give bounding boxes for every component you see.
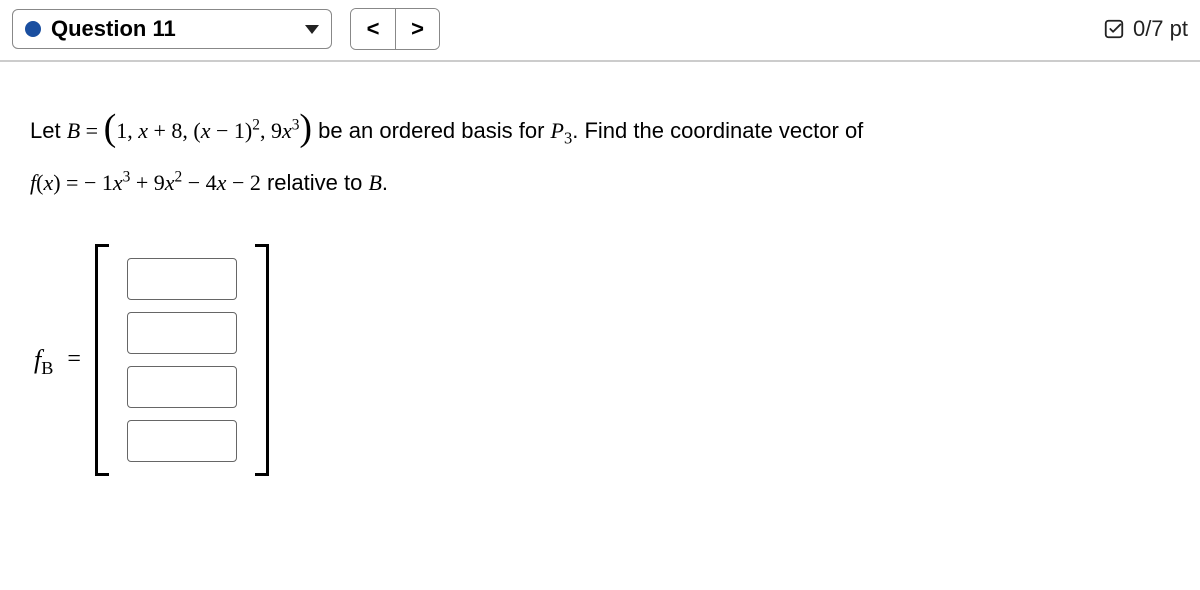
coef: − 4 — [182, 170, 216, 195]
text: . — [382, 170, 388, 195]
var-B: B — [368, 170, 381, 195]
bracket-right-icon — [255, 244, 269, 476]
var-x: x — [217, 170, 227, 195]
answer-area: fB = — [34, 244, 1176, 476]
vector-cells — [109, 244, 255, 476]
paren-open: ( — [104, 107, 117, 149]
score-text: 0/7 pt — [1133, 16, 1188, 42]
paren-close: ) — [299, 107, 312, 149]
basis-2rest: + 8, ( — [148, 118, 201, 143]
vector-entry-4[interactable] — [127, 420, 237, 462]
equals: = — [67, 337, 81, 383]
nav-button-group: < > — [350, 8, 440, 50]
coef: + 9 — [130, 170, 164, 195]
vector-entry-1[interactable] — [127, 258, 237, 300]
chevron-down-icon — [305, 25, 319, 34]
sub-3: 3 — [564, 128, 572, 147]
var-x: x — [113, 170, 123, 195]
vector-entry-3[interactable] — [127, 366, 237, 408]
status-dot-icon — [25, 21, 41, 37]
basis-sep: , 9 — [260, 118, 282, 143]
checkbox-icon — [1103, 18, 1125, 40]
question-selector[interactable]: Question 11 — [12, 9, 332, 49]
answer-label: fB — [34, 335, 53, 386]
text: Let — [30, 118, 67, 143]
var-x: x — [165, 170, 175, 195]
sub-B: B — [41, 358, 53, 378]
question-label: Question 11 — [51, 16, 176, 42]
var-B: B — [67, 118, 80, 143]
var-P: P — [551, 118, 564, 143]
vector-entry-2[interactable] — [127, 312, 237, 354]
chevron-right-icon: > — [411, 16, 424, 42]
bracket-left-icon — [95, 244, 109, 476]
sup-2: 2 — [252, 117, 260, 134]
question-header: Question 11 < > 0/7 pt — [0, 0, 1200, 62]
prev-question-button[interactable]: < — [351, 9, 395, 49]
question-body: Let B = (1, x + 8, (x − 1)2, 9x3) be an … — [0, 62, 1200, 496]
paren: ) — [53, 170, 60, 195]
score-display: 0/7 pt — [1103, 16, 1188, 42]
basis-2x: x — [138, 118, 148, 143]
equals: = — [61, 170, 84, 195]
var-x: x — [43, 170, 53, 195]
vector-matrix — [95, 244, 269, 476]
coef: − 1 — [84, 170, 113, 195]
basis-4x: x — [282, 118, 292, 143]
problem-statement: Let B = (1, x + 8, (x − 1)2, 9x3) be an … — [30, 90, 1176, 204]
basis-1: 1, — [116, 118, 138, 143]
text: be an ordered basis for — [312, 118, 550, 143]
next-question-button[interactable]: > — [395, 9, 439, 49]
coef: − 2 — [226, 170, 260, 195]
text: . Find the coordinate vector of — [572, 118, 863, 143]
basis-3x: x — [201, 118, 211, 143]
equals: = — [80, 118, 103, 143]
basis-3rest: − 1) — [211, 118, 253, 143]
text: relative to — [261, 170, 369, 195]
chevron-left-icon: < — [367, 16, 380, 42]
